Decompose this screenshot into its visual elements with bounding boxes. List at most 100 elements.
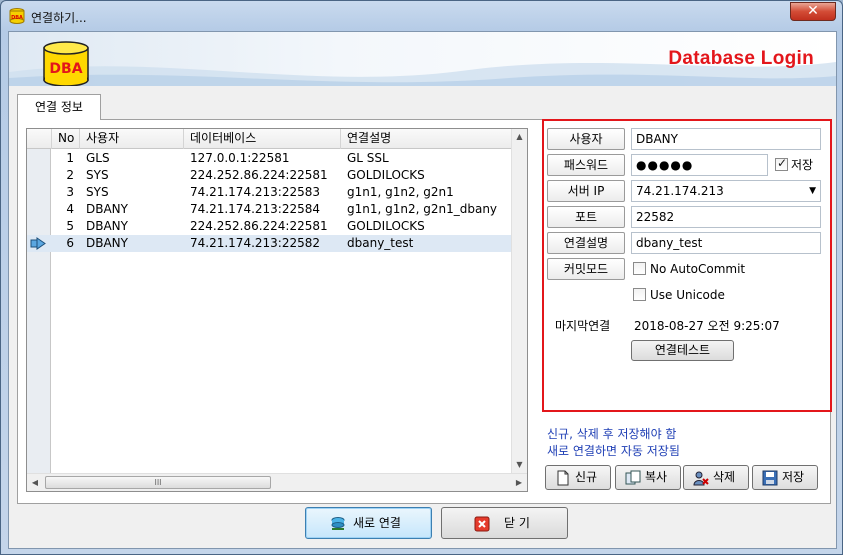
banner-title: Database Login — [668, 48, 814, 69]
header-description[interactable]: 연결설명 — [341, 129, 518, 149]
scroll-right-arrow-icon[interactable]: ▶ — [511, 474, 527, 491]
delete-button-label: 삭제 — [713, 470, 736, 484]
cell-no: 3 — [66, 185, 74, 199]
cell-database: 224.252.86.224:22581 — [190, 168, 328, 182]
note-line-2: 새로 연결하면 자동 저장됨 — [547, 444, 680, 458]
cell-user: DBANY — [86, 202, 128, 216]
scroll-down-arrow-icon[interactable]: ▼ — [512, 457, 527, 473]
description-field[interactable]: dbany_test — [631, 232, 821, 254]
cell-user: GLS — [86, 151, 110, 165]
table-row[interactable]: 5 DBANY 224.252.86.224:22581 GOLDILOCKS — [27, 218, 518, 235]
last-connection-label: 마지막연결 — [555, 319, 611, 333]
port-field[interactable]: 22582 — [631, 206, 821, 228]
login-form: 사용자 DBANY 패스워드 ●●●●● 저장 서버 IP 74.21.174.… — [542, 119, 832, 412]
save-button-label: 저장 — [782, 470, 805, 484]
new-connection-label: 새로 연결 — [353, 516, 401, 530]
delete-button[interactable]: 삭제 — [683, 465, 749, 490]
cell-no: 4 — [66, 202, 74, 216]
connection-list-grid[interactable]: No 사용자 데이터베이스 연결설명 1 GLS 127.0.0.1:22581 GL… — [26, 128, 528, 492]
password-label: 패스워드 — [547, 154, 625, 176]
user-field[interactable]: DBANY — [631, 128, 821, 150]
cell-database: 224.252.86.224:22581 — [190, 219, 328, 233]
use-unicode-checkbox[interactable] — [633, 288, 646, 301]
network-connect-icon — [331, 517, 345, 530]
copy-button[interactable]: 복사 — [615, 465, 681, 490]
window-title: 연결하기... — [31, 11, 87, 25]
table-row[interactable]: 6 DBANY 74.21.174.213:22582 dbany_test — [27, 235, 518, 252]
description-label: 연결설명 — [547, 232, 625, 254]
save-password-label: 저장 — [791, 158, 814, 172]
no-autocommit-checkbox[interactable] — [633, 262, 646, 275]
dba-app-icon-text: DBA — [11, 15, 23, 21]
note-line-1: 신규, 삭제 후 저장해야 함 — [547, 427, 677, 441]
copy-button-label: 복사 — [645, 470, 668, 484]
use-unicode-label: Use Unicode — [650, 288, 725, 302]
current-row-arrow-icon — [30, 237, 46, 250]
cell-database: 74.21.174.213:22583 — [190, 185, 321, 199]
user-label: 사용자 — [547, 128, 625, 150]
header-no[interactable]: No — [52, 129, 80, 149]
cell-description: g1n1, g1n2, g2n1_dbany — [347, 202, 498, 216]
close-label: 닫 기 — [504, 516, 530, 530]
close-window-button[interactable]: ✕ — [790, 2, 836, 21]
header-user[interactable]: 사용자 — [80, 129, 184, 149]
test-connection-button[interactable]: 연결테스트 — [631, 340, 734, 361]
cell-no: 2 — [66, 168, 74, 182]
save-password-checkbox[interactable] — [775, 156, 788, 171]
new-connection-button[interactable]: 새로 연결 — [305, 507, 432, 539]
floppy-save-icon — [762, 470, 778, 486]
server-ip-value: 74.21.174.213 — [636, 184, 724, 198]
dba-app-icon: DBA — [9, 8, 25, 24]
server-ip-select[interactable]: 74.21.174.213 ▼ — [631, 180, 821, 202]
horizontal-scrollbar[interactable]: ◀ III ▶ — [27, 473, 527, 491]
dialog-client-area: DBA Database Login 연결 정보 No 사용자 데이터베이스 연… — [8, 31, 837, 549]
cell-description: GOLDILOCKS — [347, 168, 425, 182]
database-logo-text: DBA — [49, 61, 82, 77]
close-button[interactable]: 닫 기 — [441, 507, 568, 539]
save-button[interactable]: 저장 — [752, 465, 818, 490]
grid-header: No 사용자 데이터베이스 연결설명 — [27, 129, 518, 149]
cell-no: 6 — [66, 236, 74, 250]
cell-database: 74.21.174.213:22582 — [190, 236, 321, 250]
delete-users-icon — [693, 471, 709, 486]
cell-user: SYS — [86, 168, 109, 182]
new-button-label: 신규 — [575, 470, 598, 484]
cell-database: 74.21.174.213:22584 — [190, 202, 321, 216]
cell-user: DBANY — [86, 236, 128, 250]
header-indicator-cell — [27, 129, 52, 149]
table-row[interactable]: 1 GLS 127.0.0.1:22581 GL SSL — [27, 150, 518, 167]
tab-connection-info[interactable]: 연결 정보 — [17, 94, 101, 120]
commit-mode-label: 커밋모드 — [547, 258, 625, 280]
password-field[interactable]: ●●●●● — [631, 154, 768, 176]
cell-no: 1 — [66, 151, 74, 165]
port-label: 포트 — [547, 206, 625, 228]
copy-icon — [625, 470, 641, 485]
cell-description: g1n1, g1n2, g2n1 — [347, 185, 454, 199]
vertical-scrollbar[interactable]: ▲ ▼ — [511, 129, 527, 473]
connect-dialog: DBA 연결하기... ✕ DBA Database Login 연결 정보 N… — [0, 0, 843, 555]
cell-description: GL SSL — [347, 151, 389, 165]
new-button[interactable]: 신규 — [545, 465, 611, 490]
close-x-icon — [474, 516, 490, 532]
database-logo-icon: DBA — [43, 41, 89, 86]
last-connection-value: 2018-08-27 오전 9:25:07 — [634, 319, 780, 333]
table-row[interactable]: 3 SYS 74.21.174.213:22583 g1n1, g1n2, g2n1 — [27, 184, 518, 201]
table-row[interactable]: 4 DBANY 74.21.174.213:22584 g1n1, g1n2, g2n… — [27, 201, 518, 218]
dropdown-arrow-icon[interactable]: ▼ — [809, 181, 816, 201]
header-database[interactable]: 데이터베이스 — [184, 129, 341, 149]
scroll-thumb[interactable]: III — [45, 476, 271, 489]
table-row[interactable]: 2 SYS 224.252.86.224:22581 GOLDILOCKS — [27, 167, 518, 184]
banner: DBA Database Login — [9, 32, 836, 86]
cell-description: GOLDILOCKS — [347, 219, 425, 233]
no-autocommit-label: No AutoCommit — [650, 262, 746, 276]
cell-description: dbany_test — [347, 236, 414, 250]
server-ip-label: 서버 IP — [547, 180, 625, 202]
cell-user: SYS — [86, 185, 109, 199]
scroll-up-arrow-icon[interactable]: ▲ — [512, 129, 527, 145]
scroll-left-arrow-icon[interactable]: ◀ — [27, 474, 43, 491]
cell-database: 127.0.0.1:22581 — [190, 151, 290, 165]
title-bar[interactable]: DBA 연결하기... ✕ — [1, 1, 842, 31]
new-document-icon — [557, 470, 569, 486]
cell-no: 5 — [66, 219, 74, 233]
cell-user: DBANY — [86, 219, 128, 233]
